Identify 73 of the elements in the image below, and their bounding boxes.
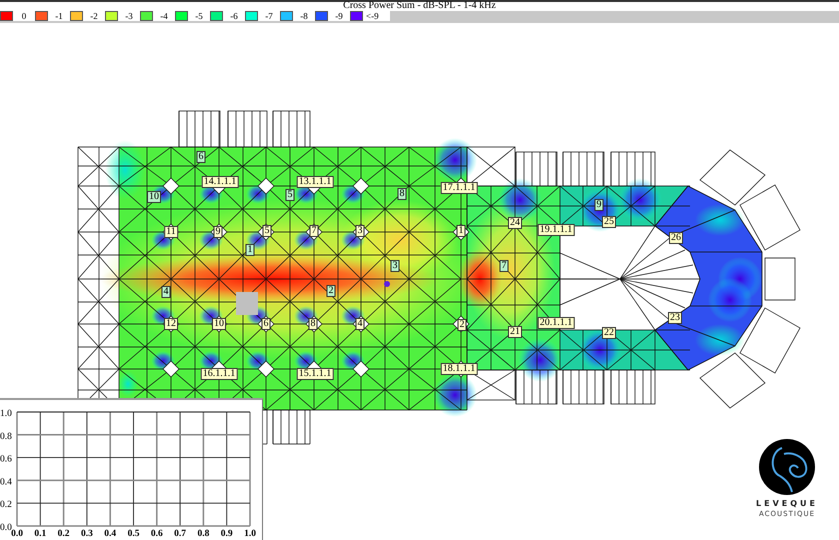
- receiver-label: 10: [147, 191, 161, 203]
- source-label: 7: [310, 225, 318, 237]
- receiver-label: 1: [246, 244, 254, 256]
- tick-label: 1.0: [0, 409, 12, 419]
- source-label: 25: [602, 216, 616, 228]
- source-label: 17.1.1.1: [440, 182, 478, 194]
- tick-label: 0.6: [0, 454, 12, 465]
- source-label: 5: [262, 225, 272, 237]
- source-label: 22: [602, 327, 616, 339]
- legend-label: -3: [118, 11, 140, 21]
- heat-zone: [118, 371, 138, 397]
- tick-label: 0.0: [0, 523, 12, 533]
- logo-name: LEVEQUE: [755, 499, 819, 508]
- receiver-label: 6: [196, 151, 206, 163]
- receiver-label: 4: [162, 286, 170, 298]
- source-label: 4: [356, 318, 364, 330]
- receiver-label: 5: [286, 189, 294, 201]
- legend-label: -5: [188, 11, 210, 21]
- tick-label: 0.2: [58, 529, 70, 539]
- legend-label: -9: [328, 11, 350, 21]
- legend-label: 0: [13, 11, 35, 21]
- tick-label: 0.5: [128, 529, 140, 539]
- source-label: 3: [356, 225, 364, 237]
- plot-title: Cross Power Sum - dB-SPL - 1-4 kHz: [342, 1, 497, 11]
- source-label: 8: [308, 318, 318, 330]
- tick-label: 0.9: [220, 529, 233, 539]
- tick-label: 0.4: [0, 477, 12, 488]
- receiver-label: 9: [594, 199, 604, 211]
- legend-label: -6: [223, 11, 245, 21]
- receiver-label: 7: [500, 260, 508, 272]
- heat-zone: [433, 138, 477, 182]
- legend-label: -2: [83, 11, 105, 21]
- tick-label: 0.4: [104, 529, 116, 539]
- source-label: 10: [212, 318, 226, 330]
- source-label: 13.1.1.1: [296, 176, 334, 188]
- legend-label: -4: [153, 11, 175, 21]
- source-label: 23: [668, 312, 682, 324]
- tick-label: 1.0: [244, 529, 256, 539]
- source-label: 20.1.1.1: [538, 317, 574, 329]
- tick-label: 0.6: [150, 529, 163, 539]
- logo-icon: [759, 439, 815, 495]
- source-label: 9: [214, 226, 222, 238]
- legend-label: -8: [293, 11, 315, 21]
- source-label: 18.1.1.1: [440, 363, 478, 375]
- tick-label: 0.2: [0, 500, 12, 510]
- source-label: 26: [669, 232, 683, 244]
- obstacle-block: [236, 292, 258, 315]
- tick-label: 0.8: [197, 529, 210, 539]
- source-label: 15.1.1.1: [296, 368, 334, 380]
- source-label: 14.1.1.1: [202, 176, 238, 188]
- source-label: 21: [508, 326, 522, 338]
- legend-label: -1: [48, 11, 70, 21]
- source-label: 19.1.1.1: [538, 224, 574, 236]
- tick-label: 0.1: [34, 529, 46, 539]
- tick-label: 0.7: [174, 529, 186, 539]
- legend-label: -7: [258, 11, 280, 21]
- tick-label: 0.0: [11, 529, 23, 539]
- source-label: 16.1.1.1: [200, 368, 238, 380]
- source-label: 6: [262, 318, 270, 330]
- listener-dot: [384, 281, 390, 287]
- heat-zone: [105, 140, 145, 200]
- source-label: 2: [458, 319, 466, 331]
- source-label: 12: [164, 318, 178, 330]
- source-label: 1: [456, 225, 466, 237]
- tick-label: 0.8: [0, 432, 12, 442]
- receiver-label: 8: [398, 188, 406, 200]
- source-label: 11: [164, 226, 178, 238]
- source-label: 24: [508, 217, 522, 229]
- heat-zone: [433, 373, 477, 417]
- receiver-label: 3: [390, 260, 400, 272]
- tick-label: 0.3: [80, 529, 93, 539]
- receiver-label: 2: [326, 285, 336, 297]
- legend-label: <-9: [363, 11, 390, 21]
